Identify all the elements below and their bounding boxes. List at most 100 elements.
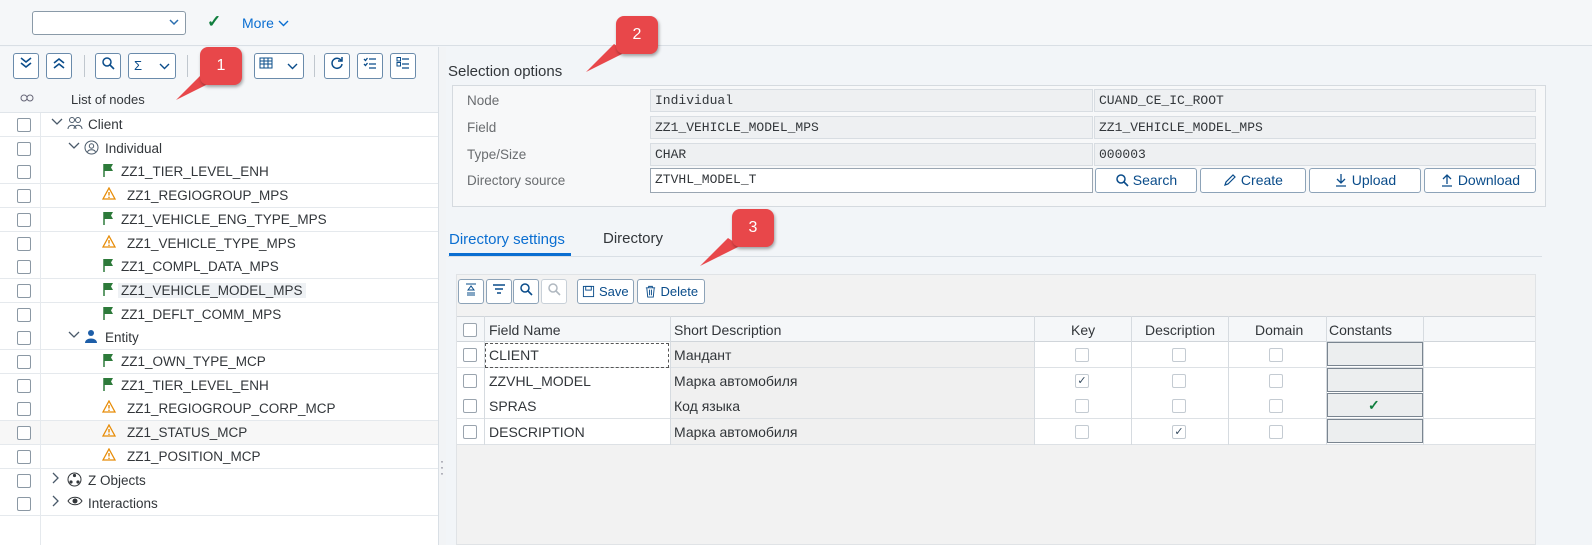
search-icon[interactable] [513,279,539,304]
search-button[interactable]: Search [1095,168,1197,193]
tree-row[interactable]: Z Objects [0,468,438,493]
row-checkbox[interactable] [17,212,31,227]
select-all-checkbox[interactable] [463,323,477,337]
short-description-cell[interactable]: Марка автомобиля [674,424,797,440]
confirm-check-icon[interactable]: ✓ [207,12,221,32]
row-checkbox[interactable] [17,378,31,393]
delete-button[interactable]: Delete [637,279,705,304]
filter-icon[interactable] [486,279,512,304]
tree-node-label[interactable]: Client [88,117,123,132]
description-checkbox[interactable]: ✓ [1172,425,1186,440]
tree-node-label[interactable]: ZZ1_REGIOGROUP_CORP_MCP [127,401,336,416]
key-checkbox[interactable] [1075,348,1089,362]
tree-node-label[interactable]: Entity [105,330,139,345]
tree-row[interactable]: ZZ1_VEHICLE_MODEL_MPS [0,278,438,303]
sum-menu-button[interactable]: Σ [128,53,176,79]
tree-node-label[interactable]: ZZ1_VEHICLE_TYPE_MPS [127,236,296,251]
row-select-checkbox[interactable] [463,348,477,362]
constants-cell[interactable] [1327,367,1423,392]
row-checkbox[interactable] [17,426,31,441]
tree-node-label[interactable]: ZZ1_TIER_LEVEL_ENH [121,164,269,179]
save-button[interactable]: Save [577,279,634,304]
row-checkbox[interactable] [17,118,31,132]
short-description-cell[interactable]: Марка автомобиля [674,373,797,389]
tree-node-label[interactable]: ZZ1_VEHICLE_ENG_TYPE_MPS [121,212,327,227]
upload-button[interactable]: Upload [1309,168,1421,193]
chevron-right-icon[interactable] [51,472,61,487]
deselect-all-icon[interactable] [390,53,416,79]
tree-row[interactable]: Entity [0,326,438,351]
tree-row[interactable]: ZZ1_TIER_LEVEL_ENH [0,373,438,398]
domain-checkbox[interactable] [1269,373,1283,388]
align-top-icon[interactable] [458,279,484,304]
tab-directory-settings[interactable]: Directory settings [449,231,565,248]
tree-row[interactable]: ZZ1_VEHICLE_ENG_TYPE_MPS [0,207,438,232]
row-select-checkbox[interactable] [463,373,477,388]
description-checkbox[interactable] [1172,373,1186,388]
more-menu-button[interactable]: More [242,15,289,31]
col-key[interactable]: Key [1071,322,1095,338]
tree-node-label[interactable]: ZZ1_REGIOGROUP_MPS [127,188,288,203]
tree-node-label[interactable]: ZZ1_COMPL_DATA_MPS [121,259,279,274]
field-name-cell[interactable]: SPRAS [489,398,536,414]
col-short-description[interactable]: Short Description [674,322,781,338]
row-checkbox[interactable] [17,449,31,464]
table-row[interactable]: DESCRIPTION Марка автомобиля ✓ [457,419,1535,446]
field-name-cell[interactable]: DESCRIPTION [489,424,585,440]
tree-row[interactable]: ZZ1_POSITION_MCP [0,444,438,469]
tree-node-label[interactable]: Interactions [88,496,158,511]
collapse-all-icon[interactable] [46,53,72,79]
tree-node-label[interactable]: ZZ1_DEFLT_COMM_MPS [121,307,281,322]
tree-row[interactable]: ZZ1_OWN_TYPE_MCP [0,350,438,374]
row-checkbox[interactable] [17,402,31,417]
domain-checkbox[interactable] [1269,425,1283,440]
table-row[interactable]: ZZVHL_MODEL Марка автомобиля ✓ [457,367,1535,394]
constants-cell[interactable] [1327,419,1423,444]
variant-select[interactable] [32,11,186,35]
search-icon[interactable] [95,53,121,79]
tree-row[interactable]: ZZ1_STATUS_MCP [0,421,438,446]
directory-source-input[interactable]: ZTVHL_MODEL_T [650,168,1093,193]
splitter-grip-icon[interactable]: · · · [440,455,444,479]
constants-cell[interactable] [1327,342,1423,366]
description-checkbox[interactable] [1172,348,1186,362]
tree-node-label[interactable]: Z Objects [88,473,146,488]
chevron-down-icon[interactable] [68,329,80,343]
find-next-icon[interactable] [541,279,567,304]
domain-checkbox[interactable] [1269,399,1283,414]
tree-node-label[interactable]: ZZ1_VEHICLE_MODEL_MPS [118,282,306,298]
col-constants[interactable]: Constants [1329,322,1392,338]
expand-all-icon[interactable] [13,53,39,79]
tree-row[interactable]: Client [0,113,438,137]
chevron-down-icon[interactable] [51,116,63,130]
short-description-cell[interactable]: Мандант [674,347,731,363]
row-checkbox[interactable] [17,236,31,251]
layout-menu-button[interactable] [254,53,304,79]
tree-row[interactable]: ZZ1_COMPL_DATA_MPS [0,255,438,280]
key-checkbox[interactable] [1075,399,1089,414]
field-name-cell[interactable]: ZZVHL_MODEL [489,373,591,389]
row-checkbox[interactable] [17,473,31,488]
tree-node-label[interactable]: ZZ1_OWN_TYPE_MCP [121,354,266,369]
create-button[interactable]: Create [1200,168,1306,193]
row-checkbox[interactable] [17,189,31,204]
description-checkbox[interactable] [1172,399,1186,414]
row-select-checkbox[interactable] [463,425,477,440]
row-checkbox[interactable] [17,355,31,369]
tab-directory[interactable]: Directory [603,230,663,247]
row-checkbox[interactable] [17,283,31,298]
key-checkbox[interactable] [1075,425,1089,440]
tree-row[interactable]: ZZ1_VEHICLE_TYPE_MPS [0,231,438,256]
row-checkbox[interactable] [17,260,31,275]
table-row[interactable]: SPRAS Код языка ✓ [457,393,1535,420]
col-field-name[interactable]: Field Name [489,322,561,338]
domain-checkbox[interactable] [1269,348,1283,362]
refresh-icon[interactable] [324,53,350,79]
row-checkbox[interactable] [17,141,31,156]
tree-node-label[interactable]: ZZ1_STATUS_MCP [127,425,247,440]
tree-row[interactable]: ZZ1_DEFLT_COMM_MPS [0,302,438,327]
tree-node-label[interactable]: ZZ1_TIER_LEVEL_ENH [121,378,269,393]
tree-row[interactable]: ZZ1_REGIOGROUP_MPS [0,184,438,209]
tree-row[interactable]: Interactions [0,492,438,517]
download-button[interactable]: Download [1424,168,1536,193]
